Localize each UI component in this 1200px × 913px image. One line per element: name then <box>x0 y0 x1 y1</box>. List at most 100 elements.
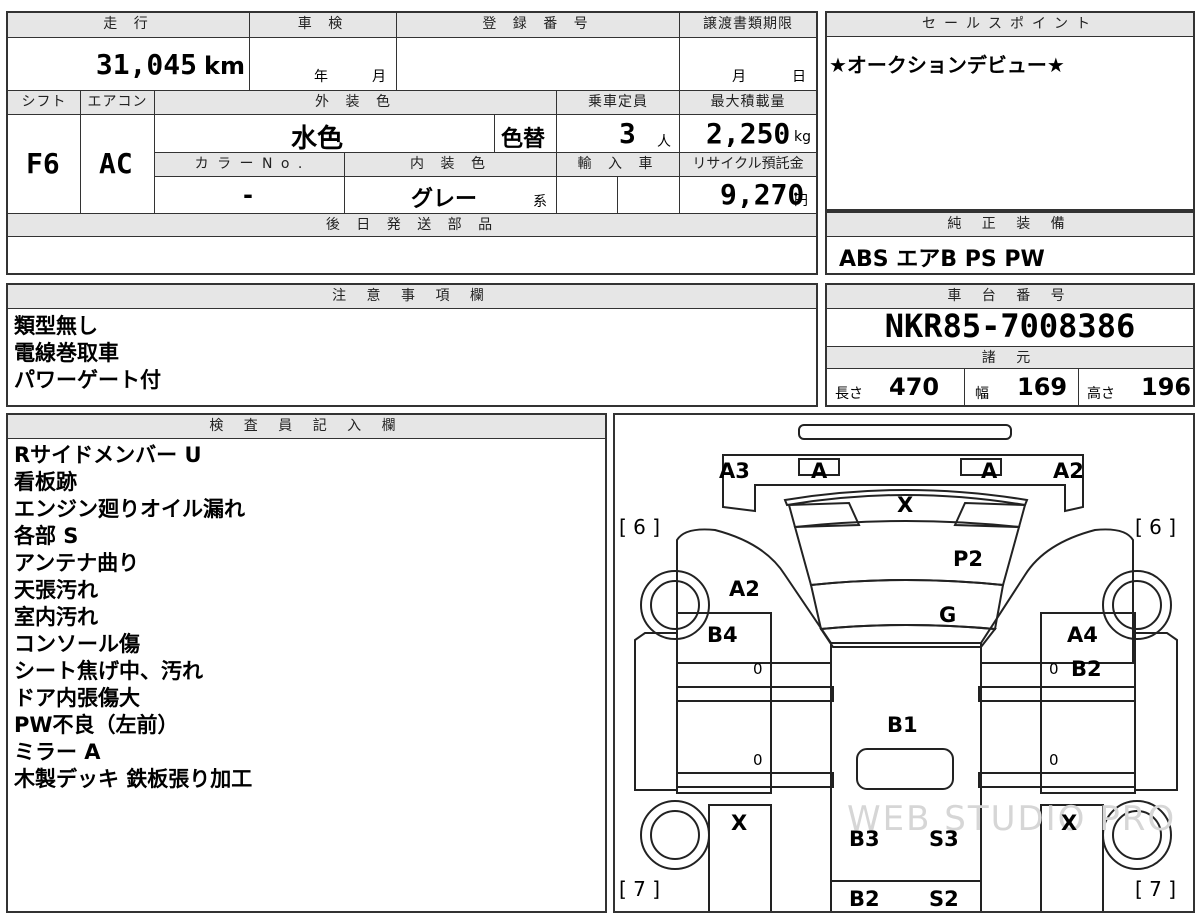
import-cell-a <box>557 177 618 214</box>
ac-value: AC <box>99 147 133 180</box>
inspector-line: コンソール傷 <box>14 632 140 656</box>
inspection-cell: 年 月 <box>250 38 397 91</box>
dim-length: 長さ 470 <box>827 369 965 405</box>
sales-point-box: セールスポイント ★オークションデビュー★ <box>825 11 1195 211</box>
damage-mark: X <box>897 493 914 517</box>
damage-mark: B3 <box>849 827 880 851</box>
shift-header: シフト <box>8 91 81 115</box>
inspector-line: ドア内張傷大 <box>14 686 140 710</box>
mileage-header: 走 行 <box>8 13 250 38</box>
damage-mark: G <box>939 603 957 627</box>
mileage-unit: km <box>204 52 245 80</box>
inspector-header: 検 査 員 記 入 欄 <box>8 415 605 439</box>
equipment-text: ABS エアB PS PW <box>839 247 1045 272</box>
inspection-month-unit: 月 <box>372 69 386 85</box>
damage-mark: B2 <box>849 887 880 911</box>
ac-header: エアコン <box>81 91 155 115</box>
colorno-cell: - <box>155 177 345 214</box>
maxload-value: 2,250 <box>706 117 791 150</box>
tire-bracket: [ 6 ] <box>619 515 661 539</box>
damage-mark: P2 <box>953 547 984 571</box>
shift-cell: F6 <box>8 115 81 214</box>
inspector-line: 室内汚れ <box>14 605 98 629</box>
inspector-line: 看板跡 <box>14 470 77 494</box>
damage-mark: A3 <box>719 459 750 483</box>
transfer-header: 譲渡書類期限 <box>680 13 816 38</box>
transfer-day-unit: 日 <box>792 69 806 85</box>
dim-width-value: 169 <box>1017 373 1068 401</box>
damage-mark: B1 <box>887 713 918 737</box>
later-parts-cell <box>8 237 816 273</box>
inspector-list: Rサイドメンバー U 看板跡 エンジン廻りオイル漏れ 各部 S アンテナ曲り 天… <box>14 442 252 793</box>
mileage-cell: 31,045 km <box>8 38 250 91</box>
exterior-value: 水色 <box>291 124 344 154</box>
dim-length-label: 長さ <box>835 386 863 402</box>
ac-cell: AC <box>81 115 155 214</box>
tire-bracket: [ 6 ] <box>1135 515 1177 539</box>
zero-mark: 0 <box>1049 751 1059 769</box>
dim-length-value: 470 <box>889 373 940 401</box>
inspection-header: 車 検 <box>250 13 397 38</box>
sales-point-header: セールスポイント <box>827 13 1193 37</box>
dims-header: 諸 元 <box>827 346 1193 369</box>
damage-mark: X <box>1061 811 1078 835</box>
inspector-line: 木製デッキ 鉄板張り加工 <box>14 767 253 791</box>
damage-mark: X <box>731 811 748 835</box>
notes-line: パワーゲート付 <box>14 368 161 392</box>
inspector-line: PW不良（左前） <box>14 713 179 737</box>
damage-mark: S3 <box>929 827 959 851</box>
damage-mark: B2 <box>1071 657 1102 681</box>
inspector-line: 天張汚れ <box>14 578 98 602</box>
import-cell-b <box>618 177 680 214</box>
later-parts-header: 後 日 発 送 部 品 <box>8 214 816 237</box>
color-change-label: 色替 <box>501 127 546 152</box>
interior-unit: 系 <box>533 194 547 210</box>
inspector-line: 各部 S <box>14 524 79 548</box>
exterior-header: 外 装 色 <box>155 91 557 115</box>
chassis-number: NKR85-7008386 <box>884 307 1136 345</box>
tire-bracket: [ 7 ] <box>619 877 661 901</box>
interior-value: グレー <box>411 187 478 212</box>
spec-table: 走 行 車 検 登 録 番 号 譲渡書類期限 31,045 km 年 月 月 日… <box>6 11 818 275</box>
maxload-header: 最大積載量 <box>680 91 816 115</box>
transfer-month-unit: 月 <box>732 69 746 85</box>
import-header: 輸 入 車 <box>557 153 680 177</box>
recycle-unit: 円 <box>794 193 808 209</box>
notes-header: 注 意 事 項 欄 <box>8 285 816 309</box>
dim-width-label: 幅 <box>975 386 989 402</box>
notes-box: 注 意 事 項 欄 類型無し 電線巻取車 パワーゲート付 <box>6 283 818 407</box>
maxload-cell: 2,250 kg <box>680 115 816 153</box>
damage-mark: S2 <box>929 887 959 911</box>
mileage-value: 31,045 <box>95 48 197 81</box>
equipment-header: 純 正 装 備 <box>827 213 1193 237</box>
chassis-box: 車 台 番 号 NKR85-7008386 諸 元 長さ 470 幅 169 高… <box>825 283 1195 407</box>
color-change-cell: 色替 <box>495 115 557 153</box>
inspection-year-unit: 年 <box>314 69 328 85</box>
interior-header: 内 装 色 <box>345 153 557 177</box>
interior-cell: グレー 系 <box>345 177 557 214</box>
damage-mark: A2 <box>1053 459 1084 483</box>
dim-width: 幅 169 <box>965 369 1079 405</box>
notes-line: 類型無し <box>14 314 98 338</box>
zero-mark: 0 <box>753 751 763 769</box>
chassis-header: 車 台 番 号 <box>827 285 1193 309</box>
colorno-value: - <box>243 181 253 209</box>
recycle-cell: 9,270 円 <box>680 177 816 214</box>
damage-mark: A2 <box>729 577 760 601</box>
vehicle-diagram: WEB STUDIO PRO A3 A A A2 X P2 A2 G B4 A4… <box>613 413 1195 913</box>
dim-height: 高さ 196 <box>1079 369 1193 405</box>
sales-point-text: ★オークションデビュー★ <box>829 53 1065 77</box>
inspector-line: Rサイドメンバー U <box>14 443 202 467</box>
registration-header: 登 録 番 号 <box>397 13 680 38</box>
tire-bracket: [ 7 ] <box>1135 877 1177 901</box>
notes-line: 電線巻取車 <box>14 341 119 365</box>
inspector-line: シート焦げ中、汚れ <box>14 659 203 683</box>
zero-mark: 0 <box>753 660 763 678</box>
zero-mark: 0 <box>1049 660 1059 678</box>
inspector-line: エンジン廻りオイル漏れ <box>14 497 245 521</box>
colorno-header: カ ラ ー N o . <box>155 153 345 177</box>
recycle-header: リサイクル預託金 <box>680 153 816 177</box>
damage-mark: A4 <box>1067 623 1098 647</box>
damage-mark: A <box>811 459 828 483</box>
dim-height-value: 196 <box>1141 373 1192 401</box>
